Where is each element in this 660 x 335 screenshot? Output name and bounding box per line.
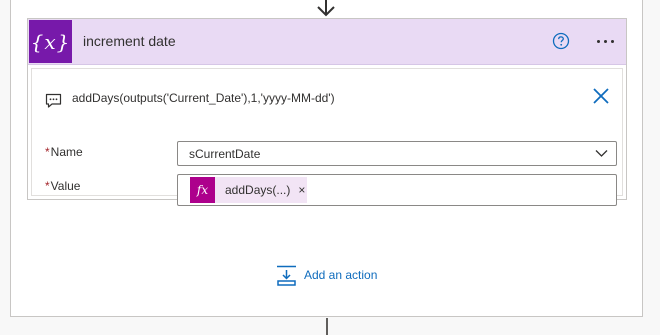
name-field-label: *Name [45, 145, 83, 159]
question-circle-icon[interactable] [552, 32, 570, 50]
name-select-value: sCurrentDate [189, 147, 261, 161]
insert-action-icon [277, 265, 296, 286]
value-field-label: *Value [45, 179, 80, 193]
token-label: addDays(...) [225, 183, 291, 197]
required-marker: * [45, 145, 50, 159]
close-icon[interactable] [591, 86, 611, 106]
variable-icon: {x} [29, 20, 72, 63]
action-card: {x} increment date addDays(outputs('Curr… [27, 18, 627, 206]
connector-line-bottom [326, 318, 328, 335]
function-icon: fx [190, 177, 215, 203]
inputs-panel: addDays(outputs('Current_Date'),1,'yyyy-… [31, 68, 623, 206]
value-label-text: Value [50, 179, 81, 193]
required-marker: * [45, 179, 50, 193]
name-select[interactable]: sCurrentDate [177, 141, 617, 166]
add-action-button[interactable]: Add an action [276, 264, 377, 286]
ellipsis-icon[interactable] [592, 28, 618, 54]
connector-arrow-icon [317, 0, 335, 17]
card-title[interactable]: increment date [83, 33, 176, 49]
comment-icon [45, 93, 62, 108]
card-header[interactable]: {x} increment date [28, 19, 626, 65]
value-input[interactable]: fx addDays(...) × [177, 174, 617, 206]
name-label-text: Name [50, 145, 83, 159]
expression-token[interactable]: fx addDays(...) × [190, 177, 307, 203]
chevron-down-icon[interactable] [595, 149, 608, 158]
comment-text: addDays(outputs('Current_Date'),1,'yyyy-… [72, 91, 335, 105]
token-remove-button[interactable]: × [298, 183, 305, 197]
card-body: addDays(outputs('Current_Date'),1,'yyyy-… [28, 65, 626, 206]
add-action-label: Add an action [304, 268, 378, 282]
